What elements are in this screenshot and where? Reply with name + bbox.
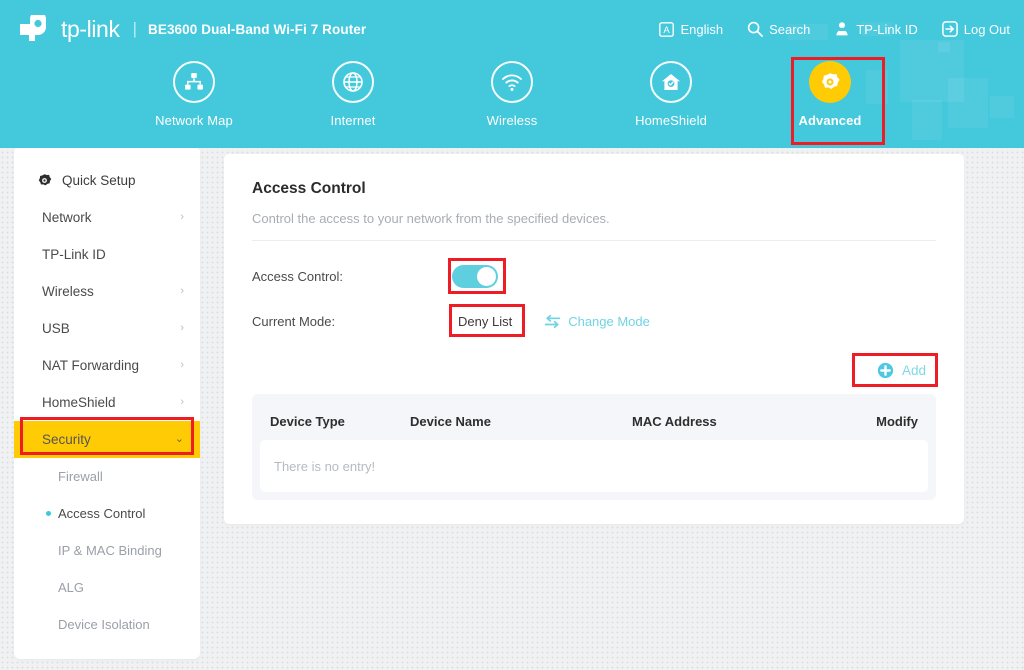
plus-circle-icon xyxy=(877,362,894,379)
tab-label: Advanced xyxy=(798,113,862,128)
tplink-logo-icon xyxy=(18,11,58,43)
header-divider: | xyxy=(132,19,137,38)
sidebar-subitem-access-control[interactable]: Access Control xyxy=(14,495,200,532)
access-control-toggle[interactable] xyxy=(452,265,498,288)
tplink-id-icon xyxy=(834,21,850,37)
sidebar-item-network[interactable]: Network › xyxy=(14,199,200,236)
language-label: English xyxy=(680,21,724,37)
sidebar-item-usb[interactable]: USB › xyxy=(14,310,200,347)
wifi-icon xyxy=(491,61,533,103)
search-icon xyxy=(747,21,764,37)
sidebar-item-label: TP-Link ID xyxy=(42,247,106,262)
add-label: Add xyxy=(901,363,926,378)
column-header-device-name: Device Name xyxy=(410,413,491,429)
sidebar-subitem-firewall[interactable]: Firewall xyxy=(14,458,200,495)
sidebar-item-label: NAT Forwarding xyxy=(42,358,140,373)
tab-label: HomeShield xyxy=(635,113,707,128)
gear-icon xyxy=(36,172,53,189)
tplink-id-button[interactable]: TP-Link ID xyxy=(834,21,918,37)
chevron-right-icon: › xyxy=(180,211,184,223)
gear-icon xyxy=(809,61,851,103)
current-mode-label: Current Mode: xyxy=(252,314,336,329)
logout-button[interactable]: Log Out xyxy=(941,21,1010,37)
sidebar-subitem-alg[interactable]: ALG xyxy=(14,569,200,606)
tab-label: Network Map xyxy=(155,113,233,128)
swap-arrows-icon xyxy=(544,314,561,329)
add-button[interactable]: Add xyxy=(871,359,932,382)
sidebar-item-label: USB xyxy=(42,321,70,336)
access-control-label: Access Control: xyxy=(252,269,344,284)
access-control-table: Device Type Device Name MAC Address Modi… xyxy=(252,394,936,500)
tab-label: Wireless xyxy=(486,113,538,128)
chevron-right-icon: › xyxy=(180,285,184,297)
add-row: Add xyxy=(252,353,938,387)
logout-label: Log Out xyxy=(963,21,1010,37)
active-indicator-dot xyxy=(46,511,51,516)
access-control-row: Access Control: xyxy=(252,258,936,294)
sidebar: Quick Setup Network › TP-Link ID Wireles… xyxy=(14,148,200,659)
main-navigation-tabs: Network Map Internet Wireless HomeShield… xyxy=(0,58,1024,145)
change-mode-label: Change Mode xyxy=(568,314,650,329)
sidebar-subitem-ip-mac-binding[interactable]: IP & MAC Binding xyxy=(14,532,200,569)
brand-logo[interactable]: tp-link xyxy=(18,11,120,43)
page-title: Access Control xyxy=(252,180,366,197)
brand-name: tp-link xyxy=(61,15,120,42)
page-body: Quick Setup Network › TP-Link ID Wireles… xyxy=(0,148,1024,670)
globe-icon xyxy=(332,61,374,103)
tab-network-map[interactable]: Network Map xyxy=(115,61,274,145)
search-button[interactable]: Search xyxy=(747,21,810,37)
column-header-mac-address: MAC Address xyxy=(632,413,717,429)
sidebar-subitem-device-isolation[interactable]: Device Isolation xyxy=(14,606,200,643)
sidebar-item-label: HomeShield xyxy=(42,395,116,410)
sidebar-item-quick-setup[interactable]: Quick Setup xyxy=(14,162,200,199)
empty-state-text: There is no entry! xyxy=(274,458,376,474)
sidebar-item-tplink-id[interactable]: TP-Link ID xyxy=(14,236,200,273)
column-header-modify: Modify xyxy=(876,413,918,429)
sidebar-item-label: Network xyxy=(42,210,92,225)
sidebar-item-label: Wireless xyxy=(42,284,94,299)
sidebar-subitem-label: IP & MAC Binding xyxy=(58,543,162,558)
page-subtitle: Control the access to your network from … xyxy=(252,211,936,241)
table-empty-row: There is no entry! xyxy=(260,440,928,492)
home-shield-icon xyxy=(650,61,692,103)
tab-internet[interactable]: Internet xyxy=(274,61,433,145)
app-header: tp-link | BE3600 Dual-Band Wi-Fi 7 Route… xyxy=(0,0,1024,148)
change-mode-button[interactable]: Change Mode xyxy=(544,314,650,329)
router-model-name: BE3600 Dual-Band Wi-Fi 7 Router xyxy=(147,21,367,37)
sidebar-item-label: Security xyxy=(42,432,91,447)
tab-homeshield[interactable]: HomeShield xyxy=(592,61,751,145)
current-mode-value: Deny List xyxy=(458,314,513,329)
chevron-right-icon: › xyxy=(180,322,184,334)
sidebar-subitem-label: ALG xyxy=(58,580,85,595)
chevron-right-icon: › xyxy=(180,359,184,371)
sidebar-item-wireless[interactable]: Wireless › xyxy=(14,273,200,310)
language-icon: A xyxy=(659,21,675,37)
logout-icon xyxy=(941,21,958,37)
svg-text:A: A xyxy=(664,25,671,36)
table-header-row: Device Type Device Name MAC Address Modi… xyxy=(260,402,928,440)
content-card: Access Control Control the access to you… xyxy=(224,154,964,524)
tab-advanced[interactable]: Advanced xyxy=(751,61,910,145)
network-map-icon xyxy=(173,61,215,103)
sidebar-subitem-label: Access Control xyxy=(58,506,146,521)
tab-label: Internet xyxy=(330,113,376,128)
language-button[interactable]: A English xyxy=(659,22,723,37)
header-actions: A English Search TP-Link ID Log Out xyxy=(659,0,1010,58)
sidebar-item-homeshield[interactable]: HomeShield › xyxy=(14,384,200,421)
chevron-right-icon: › xyxy=(180,396,184,408)
sidebar-item-security[interactable]: Security ⌄ xyxy=(14,421,200,458)
column-header-device-type: Device Type xyxy=(270,413,345,429)
sidebar-item-nat-forwarding[interactable]: NAT Forwarding › xyxy=(14,347,200,384)
sidebar-item-label: Quick Setup xyxy=(62,173,136,188)
tplink-id-label: TP-Link ID xyxy=(856,21,918,37)
tab-wireless[interactable]: Wireless xyxy=(433,61,592,145)
sidebar-subitem-label: Firewall xyxy=(58,469,103,484)
toggle-knob xyxy=(477,267,496,286)
current-mode-row: Current Mode: Deny List Change Mode xyxy=(252,304,936,337)
sidebar-subitem-label: Device Isolation xyxy=(58,617,150,632)
search-label: Search xyxy=(769,21,811,37)
chevron-down-icon: ⌄ xyxy=(174,433,184,445)
